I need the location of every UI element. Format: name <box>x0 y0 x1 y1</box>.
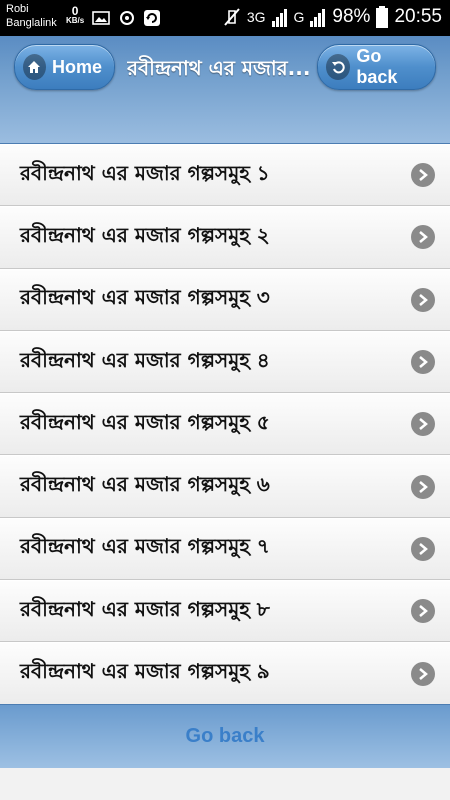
footer: Go back <box>0 704 450 768</box>
bottom-spacer <box>0 768 450 800</box>
sync-icon <box>144 10 160 26</box>
chevron-right-icon <box>411 287 435 312</box>
chevron-right-icon <box>411 163 435 188</box>
list-item[interactable]: রবীন্দ্রনাথ এর মজার গল্পসমুহ ১ <box>0 144 450 207</box>
list-item-label: রবীন্দ্রনাথ এর মজার গল্পসমুহ ৪ <box>20 347 270 372</box>
chevron-right-icon <box>411 599 435 624</box>
list-item-label: রবীন্দ্রনাথ এর মজার গল্পসমুহ ১ <box>20 160 270 185</box>
net-speed-unit: KB/s <box>66 16 85 25</box>
list-item[interactable]: রবীন্দ্রনাথ এর মজার গল্পসমুহ ৫ <box>0 393 450 456</box>
go-back-button-label: Go back <box>356 46 398 87</box>
chevron-right-icon <box>411 412 435 437</box>
chevron-right-icon <box>411 661 435 686</box>
list-item[interactable]: রবীন্দ্রনাথ এর মজার গল্পসমুহ ২ <box>0 206 450 269</box>
footer-go-back-link[interactable]: Go back <box>186 725 265 748</box>
clock: 20:55 <box>394 6 442 27</box>
chevron-right-icon <box>411 474 435 499</box>
list-item-label: রবীন্দ্রনাথ এর মজার গল্পসমুহ ৭ <box>20 534 270 559</box>
carrier-1: Robi <box>6 3 29 15</box>
signal-icon-2 <box>310 9 326 27</box>
status-right: 3G G 98% 20:55 <box>223 6 442 28</box>
chevron-right-icon <box>411 536 435 561</box>
go-back-button[interactable]: Go back <box>317 44 436 90</box>
story-list: রবীন্দ্রনাথ এর মজার গল্পসমুহ ১ রবীন্দ্রন… <box>0 144 450 705</box>
list-item-label: রবীন্দ্রনাথ এর মজার গল্পসমুহ ৫ <box>20 409 270 434</box>
back-arrow-icon <box>326 54 351 80</box>
list-item[interactable]: রবীন্দ্রনাথ এর মজার গল্পসমুহ ৮ <box>0 580 450 643</box>
carrier-2: Banglalink <box>6 17 57 29</box>
signal-icon <box>271 9 287 27</box>
header: Home রবীন্দ্রনাথ এর মজার... Go back <box>0 36 450 144</box>
list-item[interactable]: রবীন্দ্রনাথ এর মজার গল্পসমুহ ৩ <box>0 268 450 331</box>
net-speed: 0 KB/s <box>66 5 85 26</box>
network-g: G <box>293 9 305 25</box>
network-3g: 3G <box>246 9 266 25</box>
battery-percent: 98% <box>332 6 371 27</box>
page-title: রবীন্দ্রনাথ এর মজার... <box>127 56 311 80</box>
list-item-label: রবীন্দ্রনাথ এর মজার গল্পসমুহ ৩ <box>20 285 270 310</box>
home-button-label: Home <box>51 56 102 77</box>
list-item-label: রবীন্দ্রনাথ এর মজার গল্পসমুহ ৬ <box>20 472 270 497</box>
status-bar: Robi Banglalink 0 KB/s 3G G 98% 20:55 <box>0 0 450 36</box>
image-icon <box>92 11 110 25</box>
list-item[interactable]: রবীন্দ্রনাথ এর মজার গল্পসমুহ ৭ <box>0 517 450 581</box>
settings-icon <box>120 11 134 25</box>
carrier-names: Robi Banglalink <box>6 2 57 30</box>
list-item-label: রবীন্দ্রনাথ এর মজার গল্পসমুহ ২ <box>20 222 270 247</box>
list-item-label: রবীন্দ্রনাথ এর মজার গল্পসমুহ ৯ <box>20 659 270 684</box>
chevron-right-icon <box>411 225 435 250</box>
battery-icon <box>376 6 389 28</box>
list-item[interactable]: রবীন্দ্রনাথ এর মজার গল্পসমুহ ৯ <box>0 642 450 705</box>
chevron-right-icon <box>411 350 435 375</box>
list-item[interactable]: রবীন্দ্রনাথ এর মজার গল্পসমুহ ৪ <box>0 330 450 394</box>
list-item-label: রবীন্দ্রনাথ এর মজার গল্পসমুহ ৮ <box>20 596 270 621</box>
home-button[interactable]: Home <box>14 44 115 90</box>
home-icon <box>23 54 46 80</box>
mute-icon <box>224 8 240 26</box>
list-item[interactable]: রবীন্দ্রনাথ এর মজার গল্পসমুহ ৬ <box>0 455 450 518</box>
